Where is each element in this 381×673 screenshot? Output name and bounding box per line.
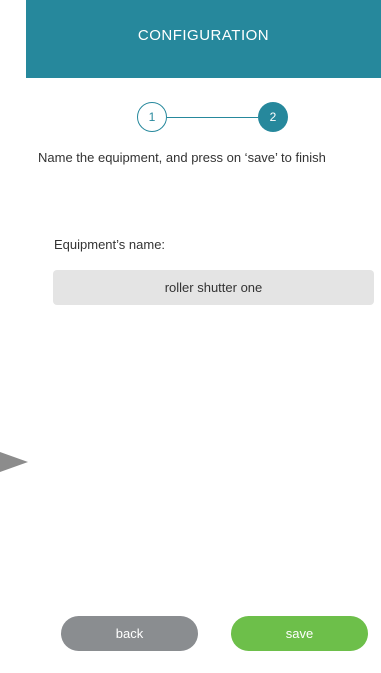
pointer-arrow-icon [0, 452, 28, 472]
step-1-indicator: 1 [137, 102, 167, 132]
step-2-indicator: 2 [258, 102, 288, 132]
step-2-number: 2 [269, 110, 277, 124]
stepper: 1 2 [137, 102, 292, 134]
instruction-text: Name the equipment, and press on ‘save’ … [38, 150, 326, 165]
stepper-connector [167, 117, 258, 118]
equipment-name-input[interactable] [53, 270, 374, 305]
save-button[interactable]: save [231, 616, 368, 651]
step-1-number: 1 [148, 110, 156, 124]
equipment-name-label: Equipment’s name: [54, 237, 166, 252]
page-title: CONFIGURATION [137, 26, 270, 44]
header-bar: CONFIGURATION [26, 0, 381, 78]
back-button[interactable]: back [61, 616, 198, 651]
configuration-screen: CONFIGURATION 1 2 Name the equipment, an… [0, 0, 381, 673]
